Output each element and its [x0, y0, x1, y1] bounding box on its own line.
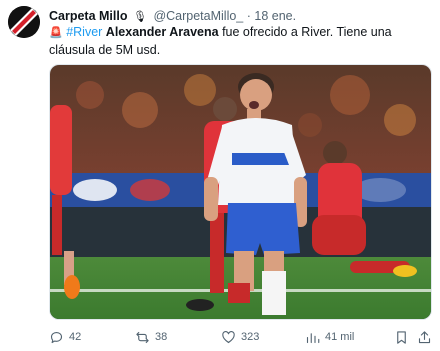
author-badge-icon: 🎙	[132, 11, 147, 23]
share-button[interactable]	[417, 328, 437, 346]
meta-separator: ·	[246, 9, 251, 23]
author-name[interactable]: Carpeta Millo	[49, 9, 128, 23]
heart-icon	[222, 330, 235, 343]
like-button[interactable]: 323	[221, 328, 259, 346]
author-handle[interactable]: @CarpetaMillo_	[153, 9, 243, 23]
hashtag-link[interactable]: #River	[66, 25, 102, 39]
alarm-emoji-icon: 🚨	[49, 27, 63, 39]
reply-count: 42	[69, 331, 82, 343]
avatar[interactable]	[8, 6, 40, 38]
tweet-actions: 42 38 323 41 mil	[49, 328, 432, 346]
retweet-button[interactable]: 38	[135, 328, 167, 346]
share-icon	[418, 330, 431, 343]
tweet-date[interactable]: 18 ene.	[254, 9, 296, 23]
tweet-header: Carpeta Millo 🎙 @CarpetaMillo_ · 18 ene.	[49, 8, 296, 25]
football-player-photo	[50, 65, 431, 319]
retweet-icon	[136, 331, 149, 343]
tweet-text: 🚨 #River Alexander Aravena fue ofrecido …	[49, 24, 432, 59]
player-name: Alexander Aravena	[105, 25, 219, 39]
reply-button[interactable]: 42	[49, 328, 81, 346]
like-count: 323	[241, 331, 260, 343]
reply-icon	[50, 331, 63, 343]
tweet-photo[interactable]	[49, 64, 432, 320]
views-button[interactable]: 41 mil	[305, 328, 354, 346]
tweet-card[interactable]: Carpeta Millo 🎙 @CarpetaMillo_ · 18 ene.…	[0, 0, 440, 351]
views-count: 41 mil	[325, 331, 355, 343]
bookmark-icon	[397, 330, 406, 344]
retweet-count: 38	[155, 331, 168, 343]
bookmark-button[interactable]	[394, 328, 414, 346]
views-icon	[306, 332, 320, 343]
avatar-logo-icon	[8, 6, 40, 38]
